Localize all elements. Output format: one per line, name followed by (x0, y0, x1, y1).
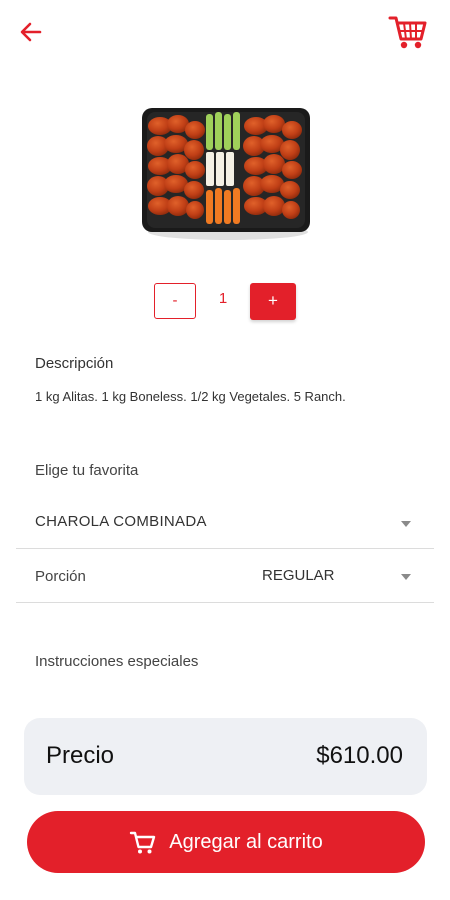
header-cart-button[interactable] (386, 10, 430, 52)
chevron-down-icon (401, 574, 411, 580)
chevron-down-icon (401, 521, 411, 527)
increase-quantity-button[interactable]: + (250, 283, 296, 320)
price-value: $610.00 (316, 742, 403, 769)
price-card: Precio $610.00 (24, 718, 427, 795)
portion-selected-value: REGULAR (262, 567, 335, 584)
price-label: Precio (46, 742, 115, 769)
favorite-selected-value: CHAROLA COMBINADA (35, 513, 207, 530)
shopping-cart-icon (130, 831, 156, 854)
arrow-left-icon (20, 22, 42, 42)
decrease-quantity-button[interactable]: - (154, 283, 196, 319)
portion-label: Porción (35, 568, 86, 585)
add-to-cart-label: Agregar al carrito (169, 830, 323, 853)
favorite-label: Elige tu favorita (35, 462, 139, 479)
favorite-dropdown[interactable]: CHAROLA COMBINADA (18, 500, 434, 548)
add-to-cart-button[interactable]: Agregar al carrito (27, 811, 425, 873)
divider (16, 602, 434, 603)
portion-dropdown[interactable]: REGULAR (262, 555, 434, 601)
divider (16, 548, 434, 549)
quantity-value: 1 (218, 290, 228, 307)
special-instructions-field[interactable]: Instrucciones especiales (35, 653, 198, 670)
description-text: 1 kg Alitas. 1 kg Boneless. 1/2 kg Veget… (35, 389, 346, 404)
product-image (138, 102, 314, 242)
portion-row: Porción REGULAR (18, 555, 434, 601)
shopping-cart-icon (388, 16, 427, 49)
back-button[interactable] (14, 16, 48, 48)
description-label: Descripción (35, 355, 114, 372)
